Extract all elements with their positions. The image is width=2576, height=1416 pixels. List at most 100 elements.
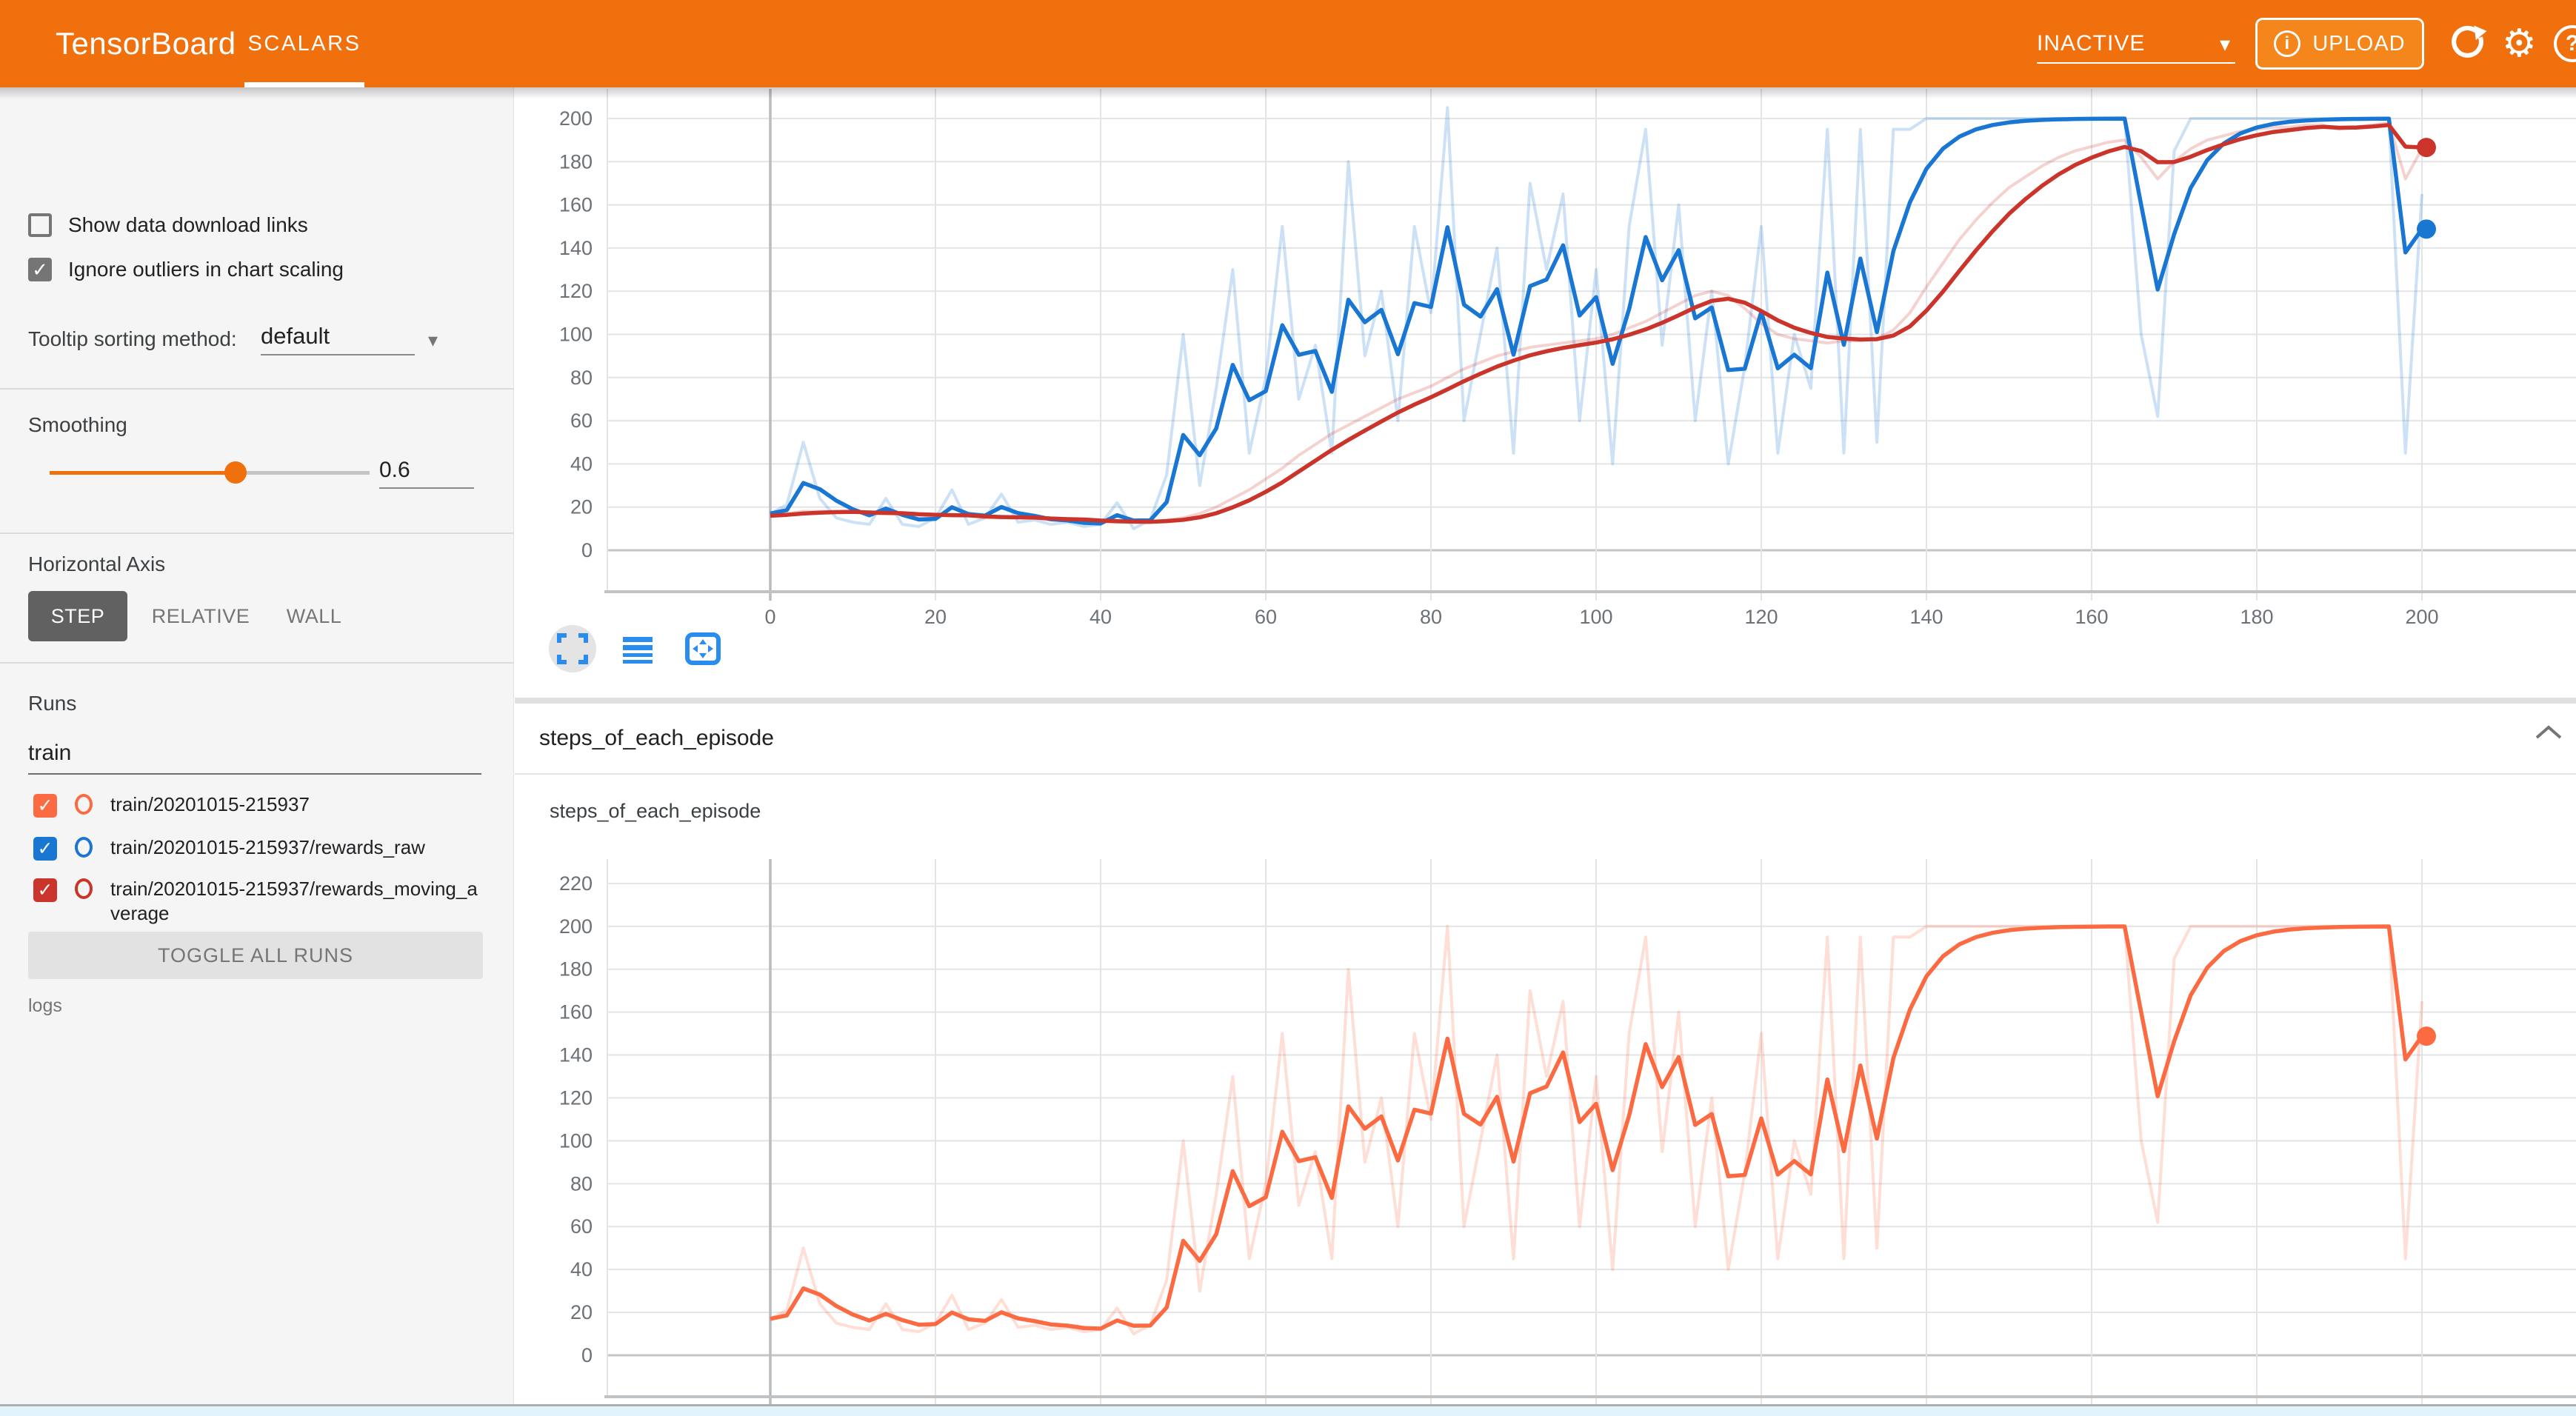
chevron-down-icon[interactable]: ▾ (428, 329, 438, 352)
svg-text:120: 120 (559, 280, 593, 302)
slider-track-rest (235, 471, 370, 475)
smoothing-value-input[interactable] (379, 453, 474, 489)
section-header-steps-of-each-episode[interactable]: steps_of_each_episode (515, 704, 2576, 773)
svg-text:140: 140 (559, 1044, 593, 1066)
svg-text:80: 80 (570, 1172, 593, 1195)
svg-text:0: 0 (581, 539, 593, 561)
run-color-ring-icon (75, 837, 93, 858)
svg-text:140: 140 (1909, 606, 1943, 628)
run-checkbox-checked-icon[interactable]: ✓ (33, 878, 57, 902)
runs-label: Runs (28, 692, 76, 715)
chart-series (770, 107, 2436, 528)
chevron-up-icon[interactable] (2534, 724, 2563, 744)
series-end-dot (2417, 219, 2436, 238)
svg-text:60: 60 (570, 410, 593, 432)
smoothing-slider[interactable] (50, 467, 370, 478)
axis-step-button[interactable]: STEP (28, 591, 127, 641)
show-download-links-checkbox-row[interactable]: Show data download links (28, 213, 308, 237)
toggle-all-runs-button[interactable]: TOGGLE ALL RUNS (28, 932, 483, 979)
svg-text:220: 220 (559, 872, 593, 895)
slider-track-filled (50, 471, 235, 475)
svg-text:60: 60 (1255, 606, 1277, 628)
svg-text:80: 80 (570, 367, 593, 389)
svg-text:200: 200 (559, 107, 593, 130)
ignore-outliers-label: Ignore outliers in chart scaling (68, 258, 344, 281)
svg-text:160: 160 (559, 194, 593, 216)
expand-chart-icon[interactable] (549, 625, 596, 672)
tooltip-sorting-label: Tooltip sorting method: (28, 327, 237, 351)
run-row-train[interactable]: ✓ train/20201015-215937 (33, 792, 481, 818)
refresh-icon[interactable] (2449, 24, 2489, 67)
fit-domain-icon[interactable] (679, 625, 727, 672)
status-dropdown[interactable]: INACTIVE ▾ (2037, 25, 2235, 64)
run-checkbox-checked-icon[interactable]: ✓ (33, 837, 57, 861)
svg-text:140: 140 (559, 237, 593, 259)
divider (0, 662, 514, 664)
axis-wall-button[interactable]: WALL (276, 591, 353, 641)
svg-text:20: 20 (924, 606, 947, 628)
svg-text:180: 180 (2240, 606, 2273, 628)
gear-icon[interactable]: ⚙ (2502, 24, 2537, 63)
svg-text:120: 120 (559, 1086, 593, 1109)
slider-knob[interactable] (224, 461, 247, 484)
axis-relative-button[interactable]: RELATIVE (145, 591, 256, 641)
checkbox-checked-icon[interactable]: ✓ (28, 258, 52, 281)
tab-scalars[interactable]: SCALARS (244, 0, 364, 87)
app-header: TensorBoard SCALARS INACTIVE ▾ i UPLOAD … (0, 0, 2576, 87)
run-label: train/20201015-215937/rewards_raw (110, 835, 481, 860)
main-content: 0 20 40 60 80 100 120 140 160 180 200 0 20 40 60 80 100 1… (515, 87, 2576, 1416)
svg-text:40: 40 (570, 452, 593, 475)
svg-text:180: 180 (559, 150, 593, 173)
svg-text:100: 100 (559, 324, 593, 346)
ignore-outliers-checkbox-row[interactable]: ✓ Ignore outliers in chart scaling (28, 258, 344, 281)
upload-button[interactable]: i UPLOAD (2255, 18, 2424, 70)
svg-text:180: 180 (559, 958, 593, 981)
svg-text:160: 160 (559, 1001, 593, 1023)
svg-text:40: 40 (570, 1258, 593, 1280)
run-label: train/20201015-215937 (110, 792, 481, 817)
axis-tick-labels: 020406080100120140160180200220 (559, 872, 593, 1366)
help-icon[interactable]: ? (2554, 25, 2576, 62)
steps-chart[interactable]: 020406080100120140160180200220 (559, 859, 2576, 1404)
series-end-dot (2417, 138, 2436, 157)
checkbox-unchecked-icon[interactable] (28, 213, 52, 237)
section-title: steps_of_each_episode (539, 726, 774, 751)
divider (0, 532, 514, 534)
tensorboard-app: TensorBoard SCALARS INACTIVE ▾ i UPLOAD … (0, 0, 2576, 1416)
smoothing-label: Smoothing (28, 413, 127, 437)
status-dropdown-value: INACTIVE (2037, 31, 2145, 56)
chart-toolbar (549, 625, 727, 672)
info-icon: i (2274, 30, 2300, 57)
app-title: TensorBoard (56, 26, 236, 61)
run-color-ring-icon (75, 794, 93, 815)
svg-text:160: 160 (2075, 606, 2108, 628)
svg-text:20: 20 (570, 1301, 593, 1323)
runs-filter-input[interactable] (28, 733, 481, 775)
divider (0, 388, 514, 390)
logs-directory-label: logs (28, 995, 62, 1017)
svg-text:200: 200 (2405, 606, 2438, 628)
svg-text:0: 0 (764, 606, 775, 628)
top-chart[interactable]: 0204060801001201401601802000204060801001… (559, 89, 2576, 628)
divider (515, 773, 2576, 775)
svg-text:120: 120 (1744, 606, 1778, 628)
svg-text:60: 60 (570, 1215, 593, 1238)
run-row-rewards-raw[interactable]: ✓ train/20201015-215937/rewards_raw (33, 835, 481, 861)
show-download-links-label: Show data download links (68, 213, 308, 237)
run-label: train/20201015-215937/rewards_moving_ave… (110, 877, 481, 926)
svg-text:100: 100 (1579, 606, 1612, 628)
chart-series (770, 926, 2436, 1334)
horizontal-scrollbar[interactable] (0, 1404, 2576, 1416)
svg-text:20: 20 (570, 496, 593, 518)
svg-text:40: 40 (1090, 606, 1112, 628)
settings-sidebar: Show data download links ✓ Ignore outlie… (0, 87, 514, 1416)
svg-text:100: 100 (559, 1129, 593, 1152)
run-checkbox-checked-icon[interactable]: ✓ (33, 794, 57, 818)
chevron-down-icon: ▾ (2220, 32, 2231, 56)
data-table-icon[interactable] (614, 625, 661, 672)
tooltip-sorting-dropdown[interactable]: default (261, 323, 415, 355)
horizontal-axis-label: Horizontal Axis (28, 552, 165, 576)
series-end-dot (2417, 1026, 2436, 1046)
upload-button-label: UPLOAD (2312, 32, 2405, 56)
run-row-rewards-moving-average[interactable]: ✓ train/20201015-215937/rewards_moving_a… (33, 877, 481, 926)
